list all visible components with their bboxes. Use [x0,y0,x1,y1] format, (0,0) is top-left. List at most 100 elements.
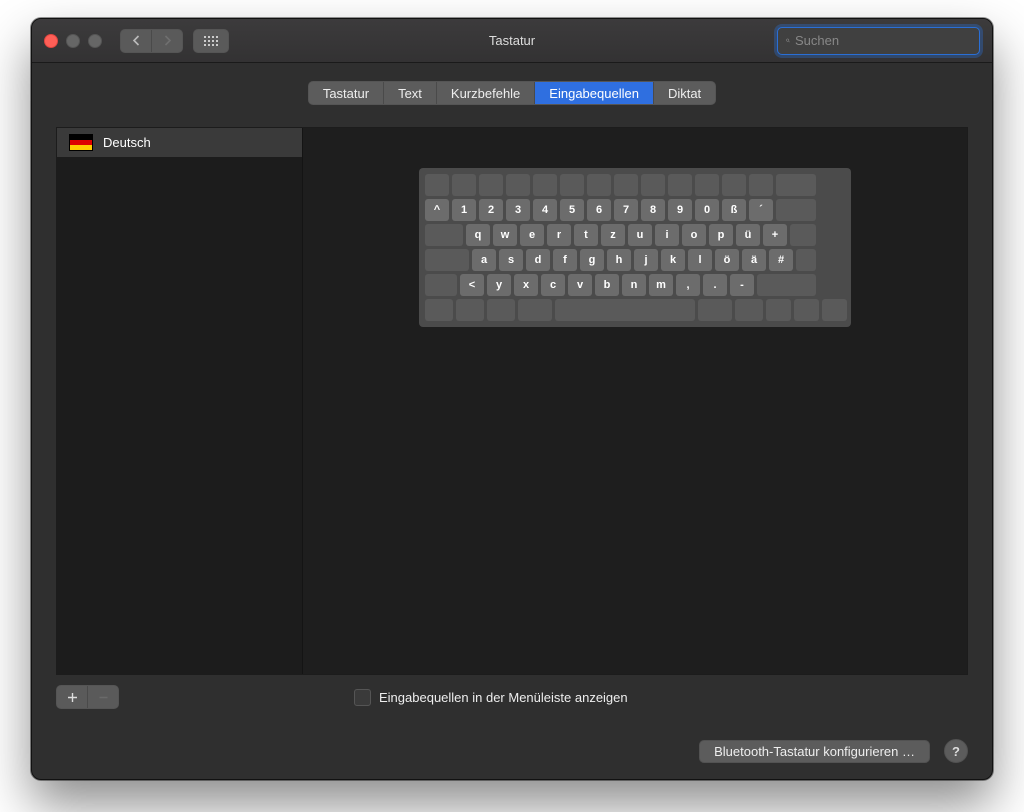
bluetooth-keyboard-button[interactable]: Bluetooth-Tastatur konfigurieren … [699,740,930,763]
grid-icon [204,36,218,46]
key: h [607,249,631,271]
show-all-button[interactable] [193,29,229,53]
key: t [574,224,598,246]
key: 7 [614,199,638,221]
key [776,174,816,196]
key: u [628,224,652,246]
key: - [730,274,754,296]
key: ü [736,224,760,246]
key: n [622,274,646,296]
key: d [526,249,550,271]
key [794,299,819,321]
key: o [682,224,706,246]
source-item[interactable]: Deutsch [57,128,302,157]
key [425,274,457,296]
tab-diktat[interactable]: Diktat [653,82,715,104]
key: w [493,224,517,246]
key [822,299,847,321]
key [425,224,463,246]
key: b [595,274,619,296]
key: y [487,274,511,296]
key: v [568,274,592,296]
key: f [553,249,577,271]
key [560,174,584,196]
key: e [520,224,544,246]
show-in-menubar-checkbox[interactable]: Eingabequellen in der Menüleiste anzeige… [354,689,628,706]
key: . [703,274,727,296]
key: < [460,274,484,296]
remove-source-button[interactable] [87,686,118,708]
add-remove-buttons [56,685,119,709]
key: p [709,224,733,246]
key: x [514,274,538,296]
tab-text[interactable]: Text [383,82,436,104]
key: # [769,249,793,271]
key [425,174,449,196]
body: TastaturTextKurzbefehleEingabequellenDik… [32,63,992,779]
help-button[interactable]: ? [944,739,968,763]
key [766,299,791,321]
tab-tastatur[interactable]: Tastatur [309,82,383,104]
key [735,299,763,321]
help-icon: ? [952,744,960,759]
key: ä [742,249,766,271]
key [555,299,695,321]
key: ^ [425,199,449,221]
tab-eingabequellen[interactable]: Eingabequellen [534,82,653,104]
keyboard-diagram: ^1234567890ß´qwertzuiopü+asdfghjklöä#<yx… [419,168,851,327]
key [425,249,469,271]
key: j [634,249,658,271]
key [479,174,503,196]
plus-icon [67,692,78,703]
key [695,174,719,196]
zoom-button[interactable] [88,34,102,48]
checkbox-box [354,689,371,706]
key: m [649,274,673,296]
key: g [580,249,604,271]
key [749,174,773,196]
key: , [676,274,700,296]
key: 6 [587,199,611,221]
key [698,299,732,321]
key: i [655,224,679,246]
source-label: Deutsch [103,135,151,150]
key [487,299,515,321]
input-source-list[interactable]: Deutsch [57,128,303,674]
nav-buttons [120,29,229,53]
tab-bar: TastaturTextKurzbefehleEingabequellenDik… [308,81,716,105]
search-icon [786,34,790,47]
key [668,174,692,196]
keyboard-preview: ^1234567890ß´qwertzuiopü+asdfghjklöä#<yx… [303,128,967,674]
key: 0 [695,199,719,221]
key [587,174,611,196]
key: 2 [479,199,503,221]
chevron-right-icon [163,35,172,46]
key: q [466,224,490,246]
key [722,174,746,196]
key: ´ [749,199,773,221]
add-source-button[interactable] [57,686,87,708]
back-button[interactable] [121,30,151,52]
checkbox-label: Eingabequellen in der Menüleiste anzeige… [379,690,628,705]
search-input[interactable] [795,33,971,48]
minimize-button[interactable] [66,34,80,48]
tab-kurzbefehle[interactable]: Kurzbefehle [436,82,534,104]
forward-button[interactable] [151,30,182,52]
key: z [601,224,625,246]
key: 5 [560,199,584,221]
key: 9 [668,199,692,221]
key [776,199,816,221]
key: 8 [641,199,665,221]
close-button[interactable] [44,34,58,48]
chevron-left-icon [132,35,141,46]
search-field[interactable] [777,27,980,55]
key [506,174,530,196]
key: c [541,274,565,296]
key: ß [722,199,746,221]
key [456,299,484,321]
key [518,299,552,321]
key [614,174,638,196]
flag-icon [69,134,93,151]
key [452,174,476,196]
key: 4 [533,199,557,221]
